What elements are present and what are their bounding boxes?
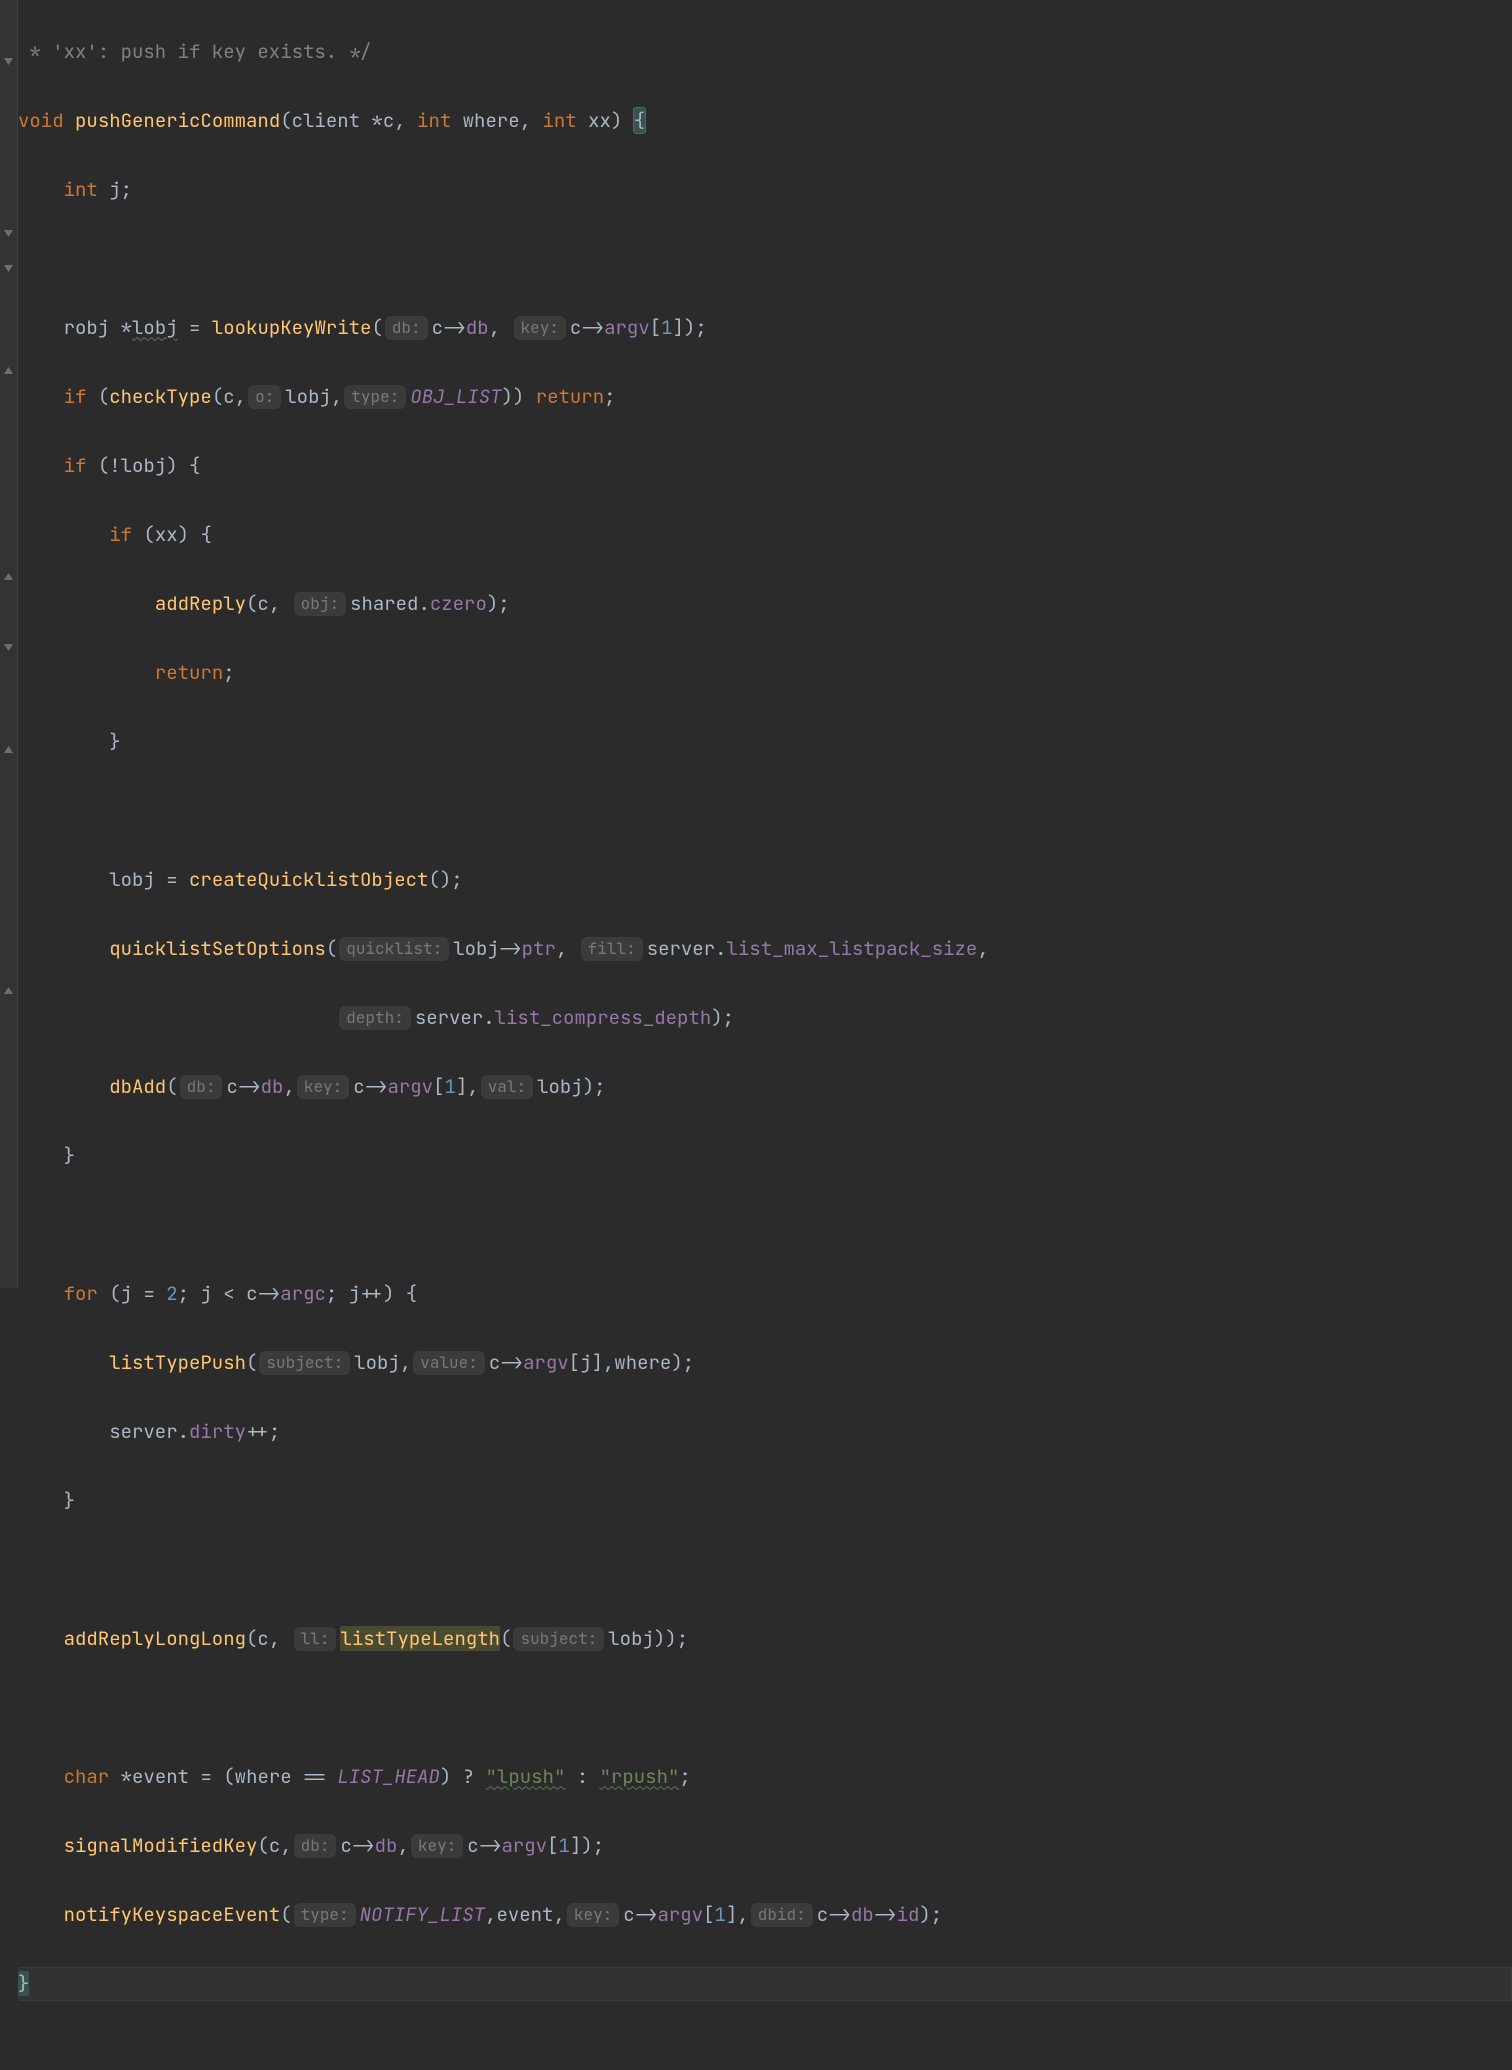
param-hint: key: [567,1903,619,1927]
brace-open-highlight: { [634,108,645,133]
param-hint: key: [411,1834,463,1858]
code-editor[interactable]: * 'xx': push if key exists. */ void push… [0,0,1512,1288]
active-line: } [18,1967,1512,2002]
gutter [0,0,18,1288]
param-hint: quicklist: [339,937,449,961]
var-lobj: lobj [132,315,178,340]
function-name: pushGenericCommand [75,108,280,133]
fold-icon[interactable] [2,640,15,653]
param-hint: db: [385,316,428,340]
param-hint: db: [180,1075,223,1099]
param-hint: key: [514,316,566,340]
fold-icon[interactable] [2,365,15,378]
fold-icon[interactable] [2,985,15,998]
param-hint: depth: [339,1006,411,1030]
param-hint: obj: [294,592,346,616]
param-hint: o: [248,385,281,409]
param-hint: type: [344,385,406,409]
param-hint: subject: [259,1351,350,1375]
keyword-void: void [18,108,64,133]
fold-icon[interactable] [2,744,15,757]
fold-icon[interactable] [2,226,15,239]
param-hint: dbid: [751,1903,813,1927]
code-area[interactable]: * 'xx': push if key exists. */ void push… [18,0,1512,1288]
param-hint: ll: [294,1627,337,1651]
param-hint: subject: [513,1627,604,1651]
fold-icon[interactable] [2,261,15,274]
param-hint: db: [294,1834,337,1858]
param-hint: fill: [581,937,643,961]
param-hint: key: [297,1075,349,1099]
fold-icon[interactable] [2,571,15,584]
param-hint: value: [413,1351,485,1375]
comment: * 'xx': push if key exists. */ [18,39,371,64]
fold-icon[interactable] [2,54,15,67]
brace-close-highlight: } [18,1971,29,1996]
param-hint: val: [481,1075,533,1099]
identifier-highlight: listTypeLength [340,1626,500,1651]
param-hint: type: [294,1903,356,1927]
